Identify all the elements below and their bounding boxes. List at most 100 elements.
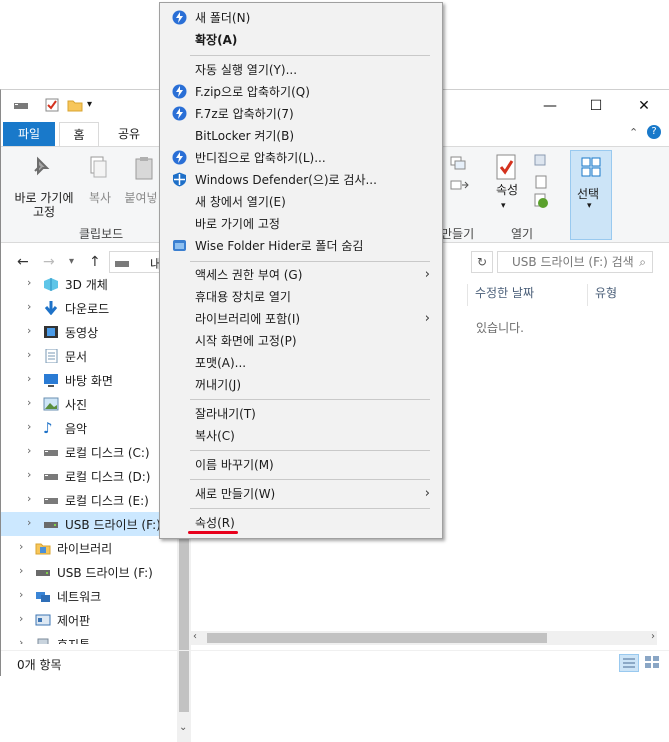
menu-item-pin-start[interactable]: 시작 화면에 고정(P) xyxy=(162,330,440,352)
chevron-right-icon[interactable]: › xyxy=(27,300,31,313)
tree-item-pictures[interactable]: › 사진 xyxy=(1,392,176,416)
properties-button[interactable]: 속성 xyxy=(492,183,522,197)
tree-item-documents[interactable]: › 문서 xyxy=(1,344,176,368)
chevron-right-icon[interactable]: › xyxy=(27,420,31,433)
details-view-icon[interactable] xyxy=(619,654,639,672)
tree-item-3d-objects[interactable]: › 3D 개체 xyxy=(1,272,176,296)
tree-item-recycle-bin[interactable]: › 휴지통 xyxy=(1,632,176,644)
select-dropdown-icon[interactable]: ▾ xyxy=(587,201,592,211)
chevron-right-icon[interactable]: › xyxy=(27,492,31,505)
select-group[interactable]: 선택 ▾ xyxy=(570,150,612,240)
chevron-right-icon[interactable]: › xyxy=(27,396,31,409)
collapse-ribbon-icon[interactable]: ⌃ xyxy=(629,126,638,139)
menu-item-pin-quick-access[interactable]: 바로 가기에 고정 xyxy=(162,213,440,235)
chevron-right-icon[interactable]: › xyxy=(27,468,31,481)
menu-item-expand[interactable]: 확장(A) xyxy=(162,29,440,51)
tree-item-videos[interactable]: › 동영상 xyxy=(1,320,176,344)
open-icon[interactable] xyxy=(533,153,551,170)
chevron-right-icon[interactable]: › xyxy=(27,324,31,337)
menu-separator xyxy=(190,450,430,451)
tree-item-local-disk-d[interactable]: › 로컬 디스크 (D:) xyxy=(1,464,176,488)
menu-item-give-access[interactable]: 액세스 권한 부여 (G) › xyxy=(162,264,440,286)
tree-item-usb-drive-f-root[interactable]: › USB 드라이브 (F:) xyxy=(1,560,176,584)
tree-item-downloads[interactable]: › 다운로드 xyxy=(1,296,176,320)
control-panel-icon xyxy=(35,613,51,627)
pin-to-quick-access-button[interactable]: 바로 가기에 고정 xyxy=(7,191,81,219)
menu-item-eject[interactable]: 꺼내기(J) xyxy=(162,374,440,396)
open-group-label: 열기 xyxy=(511,227,534,241)
menu-item-wise-folder-hider[interactable]: Wise Folder Hider로 폴더 숨김 xyxy=(162,235,440,257)
scroll-right-arrow-icon[interactable]: › xyxy=(651,631,655,642)
chevron-right-icon[interactable]: › xyxy=(19,564,23,577)
menu-item-bandizip-compress[interactable]: 반디집으로 압축하기(L)... xyxy=(162,147,440,169)
menu-item-new-folder[interactable]: 새 폴더(N) xyxy=(162,7,440,29)
folder-icon[interactable] xyxy=(67,98,83,112)
properties-dropdown-icon[interactable]: ▾ xyxy=(501,199,506,213)
tree-item-local-disk-c[interactable]: › 로컬 디스크 (C:) xyxy=(1,440,176,464)
help-icon[interactable]: ? xyxy=(647,125,661,139)
tab-file[interactable]: 파일 xyxy=(3,122,55,146)
chevron-right-icon[interactable]: › xyxy=(19,612,23,625)
large-icons-view-icon[interactable] xyxy=(643,654,663,672)
move-to-icon[interactable] xyxy=(449,179,471,200)
chevron-right-icon[interactable]: › xyxy=(27,348,31,361)
tab-share[interactable]: 공유 xyxy=(109,122,149,146)
menu-item-copy[interactable]: 복사(C) xyxy=(162,425,440,447)
tree-item-desktop[interactable]: › 바탕 화면 xyxy=(1,368,176,392)
up-arrow-icon[interactable]: ↑ xyxy=(89,254,101,270)
menu-item-compress-zip[interactable]: F.zip으로 압축하기(Q) xyxy=(162,81,440,103)
tree-item-libraries[interactable]: › 라이브러리 xyxy=(1,536,176,560)
tree-item-usb-drive-f[interactable]: › USB 드라이브 (F:) xyxy=(1,512,176,536)
minimize-button[interactable]: — xyxy=(527,90,573,122)
edit-icon[interactable] xyxy=(533,175,551,192)
tree-item-network[interactable]: › 네트워크 xyxy=(1,584,176,608)
history-icon[interactable] xyxy=(533,193,551,212)
paste-button[interactable]: 붙여넣 xyxy=(121,191,161,205)
select-button[interactable]: 선택 xyxy=(577,185,599,202)
forward-arrow-icon[interactable]: → xyxy=(43,254,55,270)
defender-shield-icon xyxy=(172,172,187,187)
menu-item-rename[interactable]: 이름 바꾸기(M) xyxy=(162,454,440,476)
chevron-right-icon[interactable]: › xyxy=(19,540,23,553)
menu-item-bitlocker[interactable]: BitLocker 켜기(B) xyxy=(162,125,440,147)
chevron-right-icon[interactable]: › xyxy=(27,516,31,529)
chevron-right-icon[interactable]: › xyxy=(27,276,31,289)
address-box[interactable]: 내 xyxy=(109,251,161,273)
content-horizontal-scrollbar[interactable]: ‹ › xyxy=(191,631,657,645)
chevron-right-icon[interactable]: › xyxy=(19,636,23,644)
scroll-down-arrow-icon[interactable]: ⌄ xyxy=(179,722,187,733)
scrollbar-thumb[interactable] xyxy=(207,633,547,643)
dropdown-arrow-icon[interactable]: ▾ xyxy=(87,98,101,112)
tab-home[interactable]: 홈 xyxy=(59,122,99,146)
menu-item-format[interactable]: 포맷(A)... xyxy=(162,352,440,374)
chevron-right-icon[interactable]: › xyxy=(27,444,31,457)
drive-icon xyxy=(43,469,59,483)
copy-to-icon[interactable] xyxy=(449,155,471,176)
menu-item-compress-7z[interactable]: F.7z로 압축하기(7) xyxy=(162,103,440,125)
checkmark-doc-icon[interactable] xyxy=(45,98,59,112)
menu-item-open-autoplay[interactable]: 자동 실행 열기(Y)... xyxy=(162,59,440,81)
column-type[interactable]: 유형 xyxy=(595,284,617,301)
menu-item-include-library[interactable]: 라이브러리에 포함(I) › xyxy=(162,308,440,330)
back-arrow-icon[interactable]: ← xyxy=(17,254,29,270)
menu-item-cut[interactable]: 잘라내기(T) xyxy=(162,403,440,425)
tree-item-local-disk-e[interactable]: › 로컬 디스크 (E:) xyxy=(1,488,176,512)
copy-button[interactable]: 복사 xyxy=(85,191,115,205)
menu-item-defender-scan[interactable]: Windows Defender(으)로 검사... xyxy=(162,169,440,191)
scroll-left-arrow-icon[interactable]: ‹ xyxy=(193,631,197,642)
close-button[interactable]: ✕ xyxy=(621,90,667,122)
menu-label: F.7z로 압축하기(7) xyxy=(195,107,294,121)
maximize-button[interactable]: ☐ xyxy=(573,90,619,122)
search-input[interactable]: USB 드라이브 (F:) 검색 ⌕ xyxy=(497,251,653,273)
chevron-right-icon[interactable]: › xyxy=(27,372,31,385)
refresh-icon[interactable]: ↻ xyxy=(471,251,493,273)
music-icon: ♪ xyxy=(43,419,53,437)
column-date-modified[interactable]: 수정한 날짜 xyxy=(475,284,534,301)
menu-item-open-portable-device[interactable]: 휴대용 장치로 열기 xyxy=(162,286,440,308)
recent-locations-icon[interactable]: ▾ xyxy=(69,256,74,267)
tree-item-music[interactable]: › ♪ 음악 xyxy=(1,416,176,440)
tree-item-control-panel[interactable]: › 제어판 xyxy=(1,608,176,632)
menu-item-new[interactable]: 새로 만들기(W) › xyxy=(162,483,440,505)
menu-item-open-new-window[interactable]: 새 창에서 열기(E) xyxy=(162,191,440,213)
chevron-right-icon[interactable]: › xyxy=(19,588,23,601)
